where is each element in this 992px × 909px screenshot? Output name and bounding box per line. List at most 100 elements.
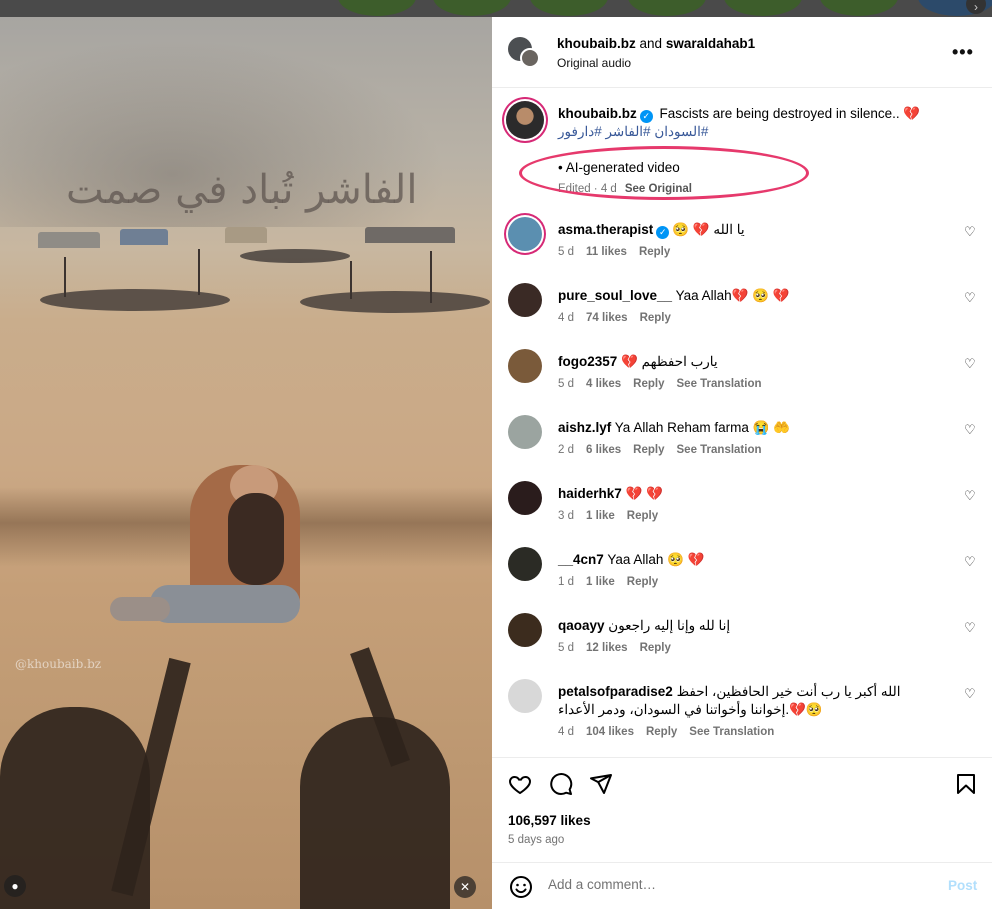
comment-like-icon[interactable]: ♡ [964, 422, 976, 438]
comment-likes[interactable]: 6 likes [586, 444, 621, 456]
story-bubble[interactable] [433, 0, 511, 16]
comment-like-icon[interactable]: ♡ [964, 686, 976, 702]
commenter-avatar[interactable] [508, 481, 542, 515]
comment-age[interactable]: 4 d [558, 312, 574, 324]
commenter-avatar[interactable] [508, 613, 542, 647]
burnt-tree [64, 257, 66, 297]
commenter-avatar[interactable] [508, 679, 542, 713]
comment-meta: 5 d 12 likes Reply [558, 642, 683, 654]
tent [365, 227, 455, 243]
commenter-avatar[interactable] [508, 283, 542, 317]
story-bubble[interactable] [338, 0, 416, 16]
commenter-username[interactable]: petalsofparadise2 [558, 684, 673, 699]
comment-body: qaoayy إنا لله وإنا إليه راجعون [558, 617, 938, 635]
audio-link[interactable]: Original audio [557, 56, 631, 70]
story-bubble[interactable] [530, 0, 608, 16]
story-bubble[interactable] [820, 0, 898, 16]
comment-like-icon[interactable]: ♡ [964, 620, 976, 636]
reply-button[interactable]: Reply [627, 576, 658, 588]
reply-button[interactable]: Reply [640, 312, 671, 324]
comment-like-icon[interactable]: ♡ [964, 224, 976, 240]
share-icon[interactable] [589, 772, 613, 796]
author-link[interactable]: khoubaib.bz [557, 36, 636, 51]
gun-shadow [300, 717, 450, 909]
comment-likes[interactable]: 12 likes [586, 642, 628, 654]
comment-meta: 1 d 1 like Reply [558, 576, 670, 588]
comment-text: Yaa Allah 🥺 💔 [607, 552, 705, 567]
commenter-username[interactable]: haiderhk7 [558, 486, 622, 501]
commenter-username[interactable]: asma.therapist [558, 222, 653, 237]
commenter-username[interactable]: aishz.lyf [558, 420, 611, 435]
burnt-tree [430, 251, 432, 303]
comment-age[interactable]: 3 d [558, 510, 574, 522]
comment-text: Ya Allah Reham farma 😭 🤲 [614, 420, 790, 435]
embracing-figures [110, 465, 310, 640]
comment-input[interactable] [548, 877, 928, 892]
comment-text: 💔 💔 [625, 486, 663, 501]
hashtags[interactable]: #السودان #الفاشر #دارفور [558, 124, 708, 140]
commenter-avatar[interactable] [508, 217, 542, 251]
see-translation-link[interactable]: See Translation [689, 726, 774, 738]
comment-likes[interactable]: 74 likes [586, 312, 628, 324]
post-authors: khoubaib.bz and swaraldahab1 [557, 36, 755, 51]
mute-icon[interactable]: ✕ [454, 876, 476, 898]
like-count[interactable]: 106,597 likes [508, 813, 591, 828]
comment-likes[interactable]: 1 like [586, 510, 615, 522]
commenter-avatar[interactable] [508, 547, 542, 581]
burnt-tree [350, 261, 352, 299]
chevron-right-icon[interactable]: › [966, 0, 986, 14]
comment-icon[interactable] [549, 772, 573, 796]
avatar[interactable] [520, 48, 540, 68]
comment-like-icon[interactable]: ♡ [964, 290, 976, 306]
comment-likes[interactable]: 104 likes [586, 726, 634, 738]
broken-heart-icon: 💔 [903, 106, 921, 121]
commenter-username[interactable]: fogo2357 [558, 354, 617, 369]
comment-age[interactable]: 2 d [558, 444, 574, 456]
comment-age[interactable]: 5 d [558, 378, 574, 390]
commenter-username[interactable]: pure_soul_love__ [558, 288, 672, 303]
post-video[interactable]: الفاشر تُباد في صمت @khoubaib.bz ● ✕ [0, 17, 492, 909]
see-translation-link[interactable]: See Translation [677, 444, 762, 456]
bookmark-icon[interactable] [954, 772, 978, 796]
post-header: khoubaib.bz and swaraldahab1 Original au… [492, 17, 992, 88]
comment-age[interactable]: 1 d [558, 576, 574, 588]
reply-button[interactable]: Reply [639, 246, 670, 258]
story-bubble[interactable] [724, 0, 802, 16]
emoji-icon[interactable] [509, 875, 533, 899]
post-button[interactable]: Post [948, 878, 977, 893]
verified-badge-icon: ✓ [639, 110, 653, 123]
comment-body: haiderhk7 💔 💔 [558, 485, 938, 503]
comment-likes[interactable]: 4 likes [586, 378, 621, 390]
reply-button[interactable]: Reply [640, 642, 671, 654]
reply-button[interactable]: Reply [646, 726, 677, 738]
see-translation-link[interactable]: See Translation [677, 378, 762, 390]
comment-row: asma.therapist ✓ 🥺 💔 يا الله 5 d 11 likes Rep… [492, 217, 992, 277]
caption-username[interactable]: khoubaib.bz [558, 106, 637, 121]
caption-avatar[interactable] [506, 101, 544, 139]
comment-like-icon[interactable]: ♡ [964, 554, 976, 570]
comment-age[interactable]: 5 d [558, 642, 574, 654]
reply-button[interactable]: Reply [633, 378, 664, 390]
comment-like-icon[interactable]: ♡ [964, 488, 976, 504]
comment-like-icon[interactable]: ♡ [964, 356, 976, 372]
post-time[interactable]: 5 days ago [508, 834, 564, 846]
comment-likes[interactable]: 11 likes [586, 246, 627, 258]
heart-icon[interactable] [508, 772, 532, 796]
comment-row: haiderhk7 💔 💔 3 d 1 like Reply ♡ [492, 481, 992, 541]
comment-likes[interactable]: 1 like [586, 576, 615, 588]
comment-meta: 4 d 104 likes Reply See Translation [558, 726, 786, 738]
commenter-username[interactable]: qaoayy [558, 618, 605, 633]
reply-button[interactable]: Reply [627, 510, 658, 522]
comment-text: Yaa Allah💔 🥺 💔 [675, 288, 790, 303]
story-bubble[interactable] [628, 0, 706, 16]
comment-age[interactable]: 5 d [558, 246, 574, 258]
reply-button[interactable]: Reply [633, 444, 664, 456]
author-link[interactable]: swaraldahab1 [666, 36, 755, 51]
commenter-avatar[interactable] [508, 349, 542, 383]
comment-age[interactable]: 4 d [558, 726, 574, 738]
commenter-username[interactable]: __4cn7 [558, 552, 604, 567]
conjunction-text: and [639, 36, 663, 51]
commenter-avatar[interactable] [508, 415, 542, 449]
tagged-user-icon[interactable]: ● [4, 875, 26, 897]
more-options-icon[interactable]: ••• [952, 42, 974, 63]
